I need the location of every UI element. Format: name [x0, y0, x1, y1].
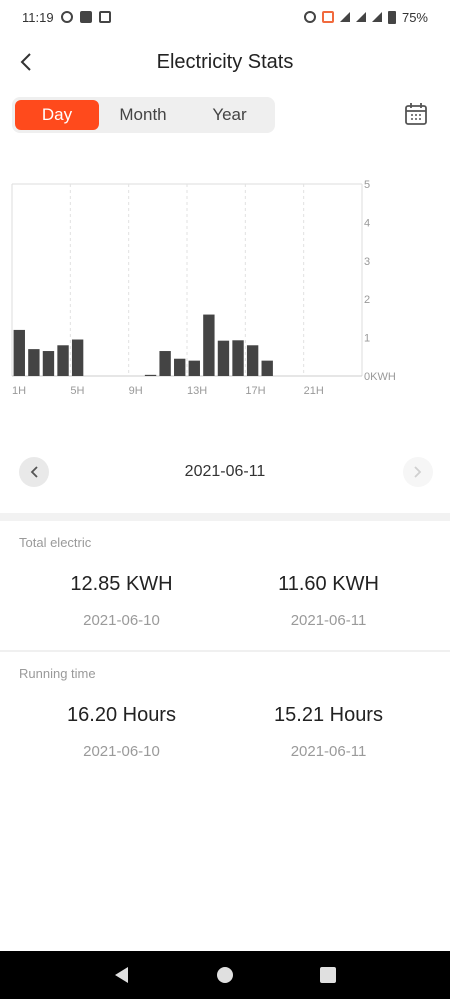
chart-bar	[13, 329, 25, 376]
header: Electricity Stats	[0, 40, 450, 84]
system-navigation-bar	[0, 951, 450, 999]
back-button[interactable]	[10, 46, 42, 78]
current-day-electric: 11.60 KWH 2021-06-11	[216, 573, 441, 629]
video-icon	[79, 11, 92, 23]
chart-bar	[232, 340, 244, 376]
chart-bar	[246, 345, 259, 376]
running-time-section: Running time 16.20 Hours 2021-06-10 15.2…	[0, 652, 450, 792]
chart-bar	[144, 374, 157, 376]
total-electric-section: Total electric 12.85 KWH 2021-06-10 11.6…	[0, 521, 450, 651]
status-time: 11:19	[22, 9, 54, 25]
previous-running-value: 16.20 Hours	[67, 704, 176, 726]
x-tick-label: 21H	[304, 385, 324, 397]
chart-bar	[71, 339, 84, 376]
x-tick-label: 17H	[245, 385, 265, 397]
calendar-icon	[405, 103, 427, 125]
chart-bar	[174, 358, 186, 376]
current-day-running-time: 15.21 Hours 2021-06-11	[216, 704, 441, 760]
previous-running-date: 2021-06-10	[83, 743, 160, 760]
tab-month[interactable]: Month	[99, 100, 187, 130]
recents-square-icon[interactable]	[319, 966, 337, 984]
chart-bar	[57, 345, 69, 376]
home-circle-icon[interactable]	[216, 966, 234, 984]
current-running-value: 15.21 Hours	[274, 704, 383, 726]
y-tick-label: 0KWH	[364, 371, 396, 383]
date-navigation: 2021-06-11	[0, 455, 450, 489]
chart-bar	[217, 340, 230, 376]
current-running-date: 2021-06-11	[290, 743, 367, 760]
period-tabs: Day Month Year	[12, 97, 275, 133]
signal-icon	[355, 12, 366, 22]
chart-bar	[203, 314, 215, 376]
signal-icon-2	[371, 12, 382, 22]
previous-electric-value: 12.85 KWH	[70, 573, 173, 595]
section-separator	[0, 513, 450, 521]
next-date-button[interactable]	[403, 457, 433, 487]
calendar-button[interactable]	[402, 100, 430, 128]
x-tick-label: 5H	[70, 385, 84, 397]
x-tick-label: 9H	[129, 385, 143, 397]
current-electric-value: 11.60 KWH	[278, 573, 379, 595]
y-tick-label: 2	[364, 294, 370, 306]
chevron-left-icon	[20, 53, 31, 71]
previous-day-running-time: 16.20 Hours 2021-06-10	[9, 704, 234, 760]
chart-bar	[42, 351, 55, 376]
y-tick-label: 3	[364, 256, 370, 268]
electricity-bar-chart: 0KWH 1 2 3 4 5 1H 5H 9H 13H 17H 21H	[11, 179, 396, 397]
alarm-icon	[303, 11, 316, 23]
previous-day-electric: 12.85 KWH 2021-06-10	[9, 573, 234, 629]
facebook-icon	[60, 11, 73, 23]
x-tick-label: 1H	[12, 385, 26, 397]
battery-icon	[387, 10, 396, 24]
battery-percent: 75%	[401, 9, 428, 25]
current-date: 2021-06-11	[184, 463, 266, 480]
x-tick-label: 13H	[187, 385, 207, 397]
chart-bar	[159, 351, 171, 376]
tab-year[interactable]: Year	[187, 100, 272, 130]
current-electric-date: 2021-06-11	[290, 612, 367, 629]
previous-electric-date: 2021-06-10	[83, 612, 160, 629]
tab-day[interactable]: Day	[15, 100, 99, 130]
chart-bar	[28, 349, 40, 376]
back-triangle-icon[interactable]	[113, 966, 131, 984]
wifi-icon	[339, 12, 350, 22]
chart-bar	[261, 360, 273, 376]
chevron-right-icon	[414, 466, 422, 478]
app-notification-icon	[321, 11, 334, 23]
y-tick-label: 1	[364, 333, 370, 345]
running-time-label: Running time	[19, 666, 96, 681]
total-electric-label: Total electric	[19, 535, 92, 550]
chart-bar	[188, 360, 200, 376]
status-bar: 11:19 75%	[0, 0, 450, 34]
y-tick-label: 4	[364, 217, 370, 229]
cast-icon	[98, 11, 111, 23]
y-tick-label: 5	[364, 179, 370, 191]
page-title: Electricity Stats	[156, 50, 294, 73]
